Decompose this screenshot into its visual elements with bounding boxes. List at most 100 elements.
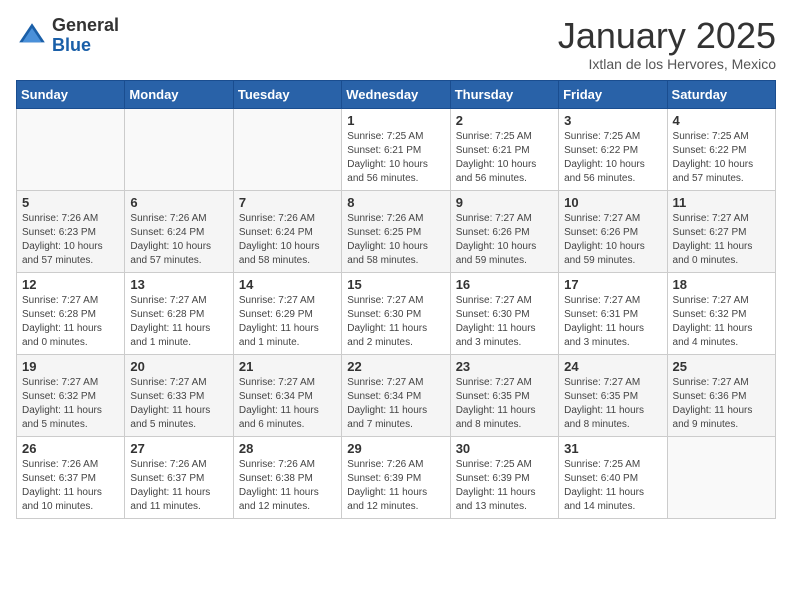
day-info: Sunrise: 7:27 AM Sunset: 6:32 PM Dayligh… [673,294,770,350]
day-info: Sunrise: 7:27 AM Sunset: 6:35 PM Dayligh… [456,376,553,432]
day-info: Sunrise: 7:25 AM Sunset: 6:40 PM Dayligh… [564,458,661,514]
calendar-cell: 11Sunrise: 7:27 AM Sunset: 6:27 PM Dayli… [667,190,775,272]
calendar-cell: 26 Sunrise: 7:26 AM Sunset: 6:37 PM Dayli… [17,436,125,518]
day-info: Sunrise: 7:27 AM Sunset: 6:32 PM Dayligh… [22,376,119,432]
day-info: Sunrise: 7:25 AM Sunset: 6:22 PM Dayligh… [564,130,661,186]
calendar-cell: 19 Sunrise: 7:27 AM Sunset: 6:32 PM Dayli… [17,354,125,436]
day-info: Sunrise: 7:25 AM Sunset: 6:21 PM Dayligh… [347,130,444,186]
day-number: 18 [673,277,770,292]
day-info: Sunrise: 7:27 AM Sunset: 6:26 PM Dayligh… [564,212,661,268]
day-number: 26 [22,441,119,456]
calendar-cell [667,436,775,518]
day-info: Sunrise: 7:27 AM Sunset: 6:30 PM Dayligh… [456,294,553,350]
calendar-week-row: 26 Sunrise: 7:26 AM Sunset: 6:37 PM Dayli… [17,436,776,518]
calendar-cell: 13 Sunrise: 7:27 AM Sunset: 6:28 PM Dayli… [125,272,233,354]
day-number: 2 [456,113,553,128]
day-info: Sunrise: 7:27 AM Sunset: 6:28 PM Dayligh… [22,294,119,350]
calendar-cell: 28 Sunrise: 7:26 AM Sunset: 6:38 PM Dayli… [233,436,341,518]
day-number: 27 [130,441,227,456]
day-number: 12 [22,277,119,292]
logo-blue: Blue [52,35,91,55]
calendar-cell: 18 Sunrise: 7:27 AM Sunset: 6:32 PM Dayli… [667,272,775,354]
calendar-cell: 3Sunrise: 7:25 AM Sunset: 6:22 PM Daylig… [559,108,667,190]
calendar-cell: 9 Sunrise: 7:27 AM Sunset: 6:26 PM Daylig… [450,190,558,272]
calendar-week-row: 1 Sunrise: 7:25 AM Sunset: 6:21 PM Daylig… [17,108,776,190]
calendar-cell: 14Sunrise: 7:27 AM Sunset: 6:29 PM Dayli… [233,272,341,354]
calendar-cell: 25Sunrise: 7:27 AM Sunset: 6:36 PM Dayli… [667,354,775,436]
weekday-header-monday: Monday [125,80,233,108]
calendar-table: SundayMondayTuesdayWednesdayThursdayFrid… [16,80,776,519]
day-number: 21 [239,359,336,374]
day-number: 25 [673,359,770,374]
day-number: 10 [564,195,661,210]
month-title: January 2025 [558,16,776,56]
day-number: 1 [347,113,444,128]
day-number: 5 [22,195,119,210]
weekday-header-wednesday: Wednesday [342,80,450,108]
location: Ixtlan de los Hervores, Mexico [558,56,776,72]
weekday-header-saturday: Saturday [667,80,775,108]
calendar-week-row: 19 Sunrise: 7:27 AM Sunset: 6:32 PM Dayli… [17,354,776,436]
day-info: Sunrise: 7:25 AM Sunset: 6:39 PM Dayligh… [456,458,553,514]
day-number: 17 [564,277,661,292]
calendar-cell: 1 Sunrise: 7:25 AM Sunset: 6:21 PM Daylig… [342,108,450,190]
day-number: 6 [130,195,227,210]
calendar-cell [125,108,233,190]
day-number: 14 [239,277,336,292]
day-info: Sunrise: 7:27 AM Sunset: 6:34 PM Dayligh… [239,376,336,432]
day-number: 11 [673,195,770,210]
day-number: 22 [347,359,444,374]
day-number: 15 [347,277,444,292]
calendar-week-row: 5 Sunrise: 7:26 AM Sunset: 6:23 PM Daylig… [17,190,776,272]
day-info: Sunrise: 7:27 AM Sunset: 6:28 PM Dayligh… [130,294,227,350]
logo: General Blue [16,16,119,56]
day-number: 29 [347,441,444,456]
calendar-cell: 21 Sunrise: 7:27 AM Sunset: 6:34 PM Dayli… [233,354,341,436]
day-number: 13 [130,277,227,292]
calendar-cell [233,108,341,190]
day-info: Sunrise: 7:26 AM Sunset: 6:23 PM Dayligh… [22,212,119,268]
day-info: Sunrise: 7:27 AM Sunset: 6:33 PM Dayligh… [130,376,227,432]
day-number: 31 [564,441,661,456]
logo-icon [16,20,48,52]
day-number: 4 [673,113,770,128]
day-info: Sunrise: 7:26 AM Sunset: 6:37 PM Dayligh… [130,458,227,514]
weekday-header-sunday: Sunday [17,80,125,108]
day-number: 24 [564,359,661,374]
day-info: Sunrise: 7:26 AM Sunset: 6:24 PM Dayligh… [239,212,336,268]
day-number: 28 [239,441,336,456]
page-header: General Blue January 2025 Ixtlan de los … [16,16,776,72]
day-number: 30 [456,441,553,456]
day-info: Sunrise: 7:25 AM Sunset: 6:22 PM Dayligh… [673,130,770,186]
calendar-week-row: 12 Sunrise: 7:27 AM Sunset: 6:28 PM Dayli… [17,272,776,354]
day-number: 9 [456,195,553,210]
day-info: Sunrise: 7:27 AM Sunset: 6:31 PM Dayligh… [564,294,661,350]
calendar-cell: 5 Sunrise: 7:26 AM Sunset: 6:23 PM Daylig… [17,190,125,272]
calendar-cell: 23Sunrise: 7:27 AM Sunset: 6:35 PM Dayli… [450,354,558,436]
day-info: Sunrise: 7:25 AM Sunset: 6:21 PM Dayligh… [456,130,553,186]
calendar-cell: 16 Sunrise: 7:27 AM Sunset: 6:30 PM Dayli… [450,272,558,354]
calendar-cell: 15 Sunrise: 7:27 AM Sunset: 6:30 PM Dayli… [342,272,450,354]
day-info: Sunrise: 7:26 AM Sunset: 6:38 PM Dayligh… [239,458,336,514]
day-number: 7 [239,195,336,210]
day-info: Sunrise: 7:27 AM Sunset: 6:34 PM Dayligh… [347,376,444,432]
day-info: Sunrise: 7:26 AM Sunset: 6:37 PM Dayligh… [22,458,119,514]
calendar-cell: 7 Sunrise: 7:26 AM Sunset: 6:24 PM Daylig… [233,190,341,272]
calendar-cell [17,108,125,190]
day-info: Sunrise: 7:27 AM Sunset: 6:26 PM Dayligh… [456,212,553,268]
weekday-header-thursday: Thursday [450,80,558,108]
day-info: Sunrise: 7:26 AM Sunset: 6:24 PM Dayligh… [130,212,227,268]
weekday-header-friday: Friday [559,80,667,108]
day-info: Sunrise: 7:26 AM Sunset: 6:25 PM Dayligh… [347,212,444,268]
calendar-cell: 22 Sunrise: 7:27 AM Sunset: 6:34 PM Dayli… [342,354,450,436]
day-number: 19 [22,359,119,374]
day-number: 16 [456,277,553,292]
calendar-cell: 17 Sunrise: 7:27 AM Sunset: 6:31 PM Dayli… [559,272,667,354]
calendar-cell: 29Sunrise: 7:26 AM Sunset: 6:39 PM Dayli… [342,436,450,518]
calendar-cell: 27 Sunrise: 7:26 AM Sunset: 6:37 PM Dayli… [125,436,233,518]
calendar-cell: 31 Sunrise: 7:25 AM Sunset: 6:40 PM Dayli… [559,436,667,518]
calendar-cell: 8Sunrise: 7:26 AM Sunset: 6:25 PM Daylig… [342,190,450,272]
title-block: January 2025 Ixtlan de los Hervores, Mex… [558,16,776,72]
day-info: Sunrise: 7:27 AM Sunset: 6:30 PM Dayligh… [347,294,444,350]
weekday-header-tuesday: Tuesday [233,80,341,108]
